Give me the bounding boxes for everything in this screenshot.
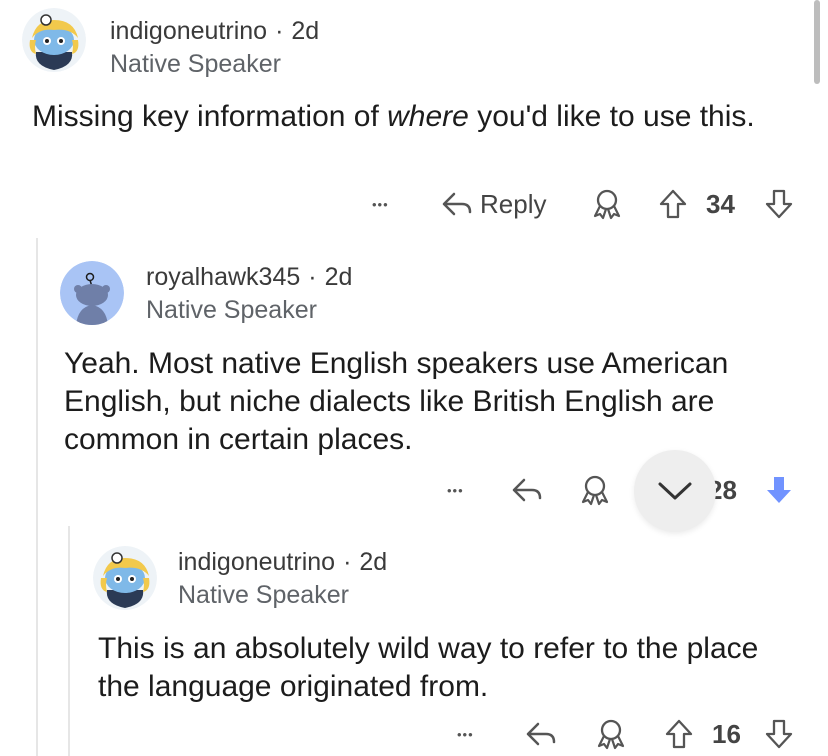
separator: ·	[343, 548, 352, 576]
downvote-button[interactable]	[764, 470, 794, 510]
reply-button[interactable]	[510, 470, 544, 510]
comment-age: 2d	[291, 17, 320, 45]
username[interactable]: indigoneutrino	[178, 548, 335, 576]
award-icon	[597, 719, 625, 750]
comment-actions: ••• 16	[0, 714, 828, 754]
more-options-button[interactable]: •••	[457, 714, 474, 754]
downvote-arrow-icon	[767, 477, 791, 503]
award-button[interactable]	[594, 714, 628, 754]
reply-label: Reply	[480, 188, 547, 219]
upvote-arrow-icon	[659, 189, 687, 219]
upvote-button[interactable]	[658, 184, 688, 224]
comment-body: This is an absolutely wild way to refer …	[98, 632, 759, 703]
reply-arrow-icon	[442, 192, 472, 216]
comment-body-text: Missing key information of	[32, 100, 388, 133]
avatar[interactable]	[60, 261, 124, 325]
username[interactable]: indigoneutrino	[110, 17, 267, 45]
downvote-arrow-icon	[765, 719, 793, 749]
award-button[interactable]	[590, 184, 624, 224]
comment-age: 2d	[324, 263, 353, 291]
vote-score: 34	[706, 188, 735, 219]
collapse-thread-button[interactable]	[634, 450, 716, 532]
comment-body: Missing key information of where you'd l…	[32, 98, 792, 136]
reply-arrow-icon	[512, 478, 542, 502]
more-options-button[interactable]: •••	[372, 184, 389, 224]
chevron-down-icon	[658, 482, 692, 500]
reply-arrow-icon	[526, 722, 556, 746]
award-icon	[593, 189, 621, 220]
comment-body-emphasis: where	[387, 100, 469, 133]
reply-button[interactable]: Reply	[440, 184, 546, 224]
username[interactable]: royalhawk345	[146, 263, 300, 291]
comment-body: Yeah. Most native English speakers use A…	[64, 347, 729, 456]
comment-age: 2d	[359, 548, 388, 576]
comment-username-line: indigoneutrino · 2d	[178, 548, 387, 577]
comment-username-line: royalhawk345 · 2d	[146, 263, 352, 292]
downvote-button[interactable]	[764, 714, 794, 754]
award-button[interactable]	[578, 470, 612, 510]
downvote-button[interactable]	[764, 184, 794, 224]
separator: ·	[308, 263, 317, 291]
user-flair: Native Speaker	[110, 50, 281, 78]
upvote-arrow-icon	[665, 719, 693, 749]
downvote-arrow-icon	[765, 189, 793, 219]
avatar[interactable]	[93, 546, 157, 610]
upvote-button[interactable]	[664, 714, 694, 754]
avatar[interactable]	[22, 8, 86, 72]
reply-button[interactable]	[524, 714, 558, 754]
user-flair: Native Speaker	[146, 296, 317, 324]
scrollbar[interactable]	[814, 0, 820, 84]
comment-username-line: indigoneutrino · 2d	[110, 17, 319, 46]
downvote-fill	[767, 477, 791, 503]
comment-actions: ••• Reply 34	[0, 184, 828, 224]
user-flair: Native Speaker	[178, 581, 349, 609]
snoo-avatar-icon	[22, 8, 86, 72]
vote-score: 16	[712, 718, 741, 749]
separator: ·	[275, 17, 284, 45]
snoo-avatar-icon	[60, 261, 124, 325]
comment-body-text: you'd like to use this.	[468, 100, 755, 133]
snoo-avatar-icon	[93, 546, 157, 610]
award-icon	[581, 475, 609, 506]
more-options-button[interactable]: •••	[447, 470, 464, 510]
